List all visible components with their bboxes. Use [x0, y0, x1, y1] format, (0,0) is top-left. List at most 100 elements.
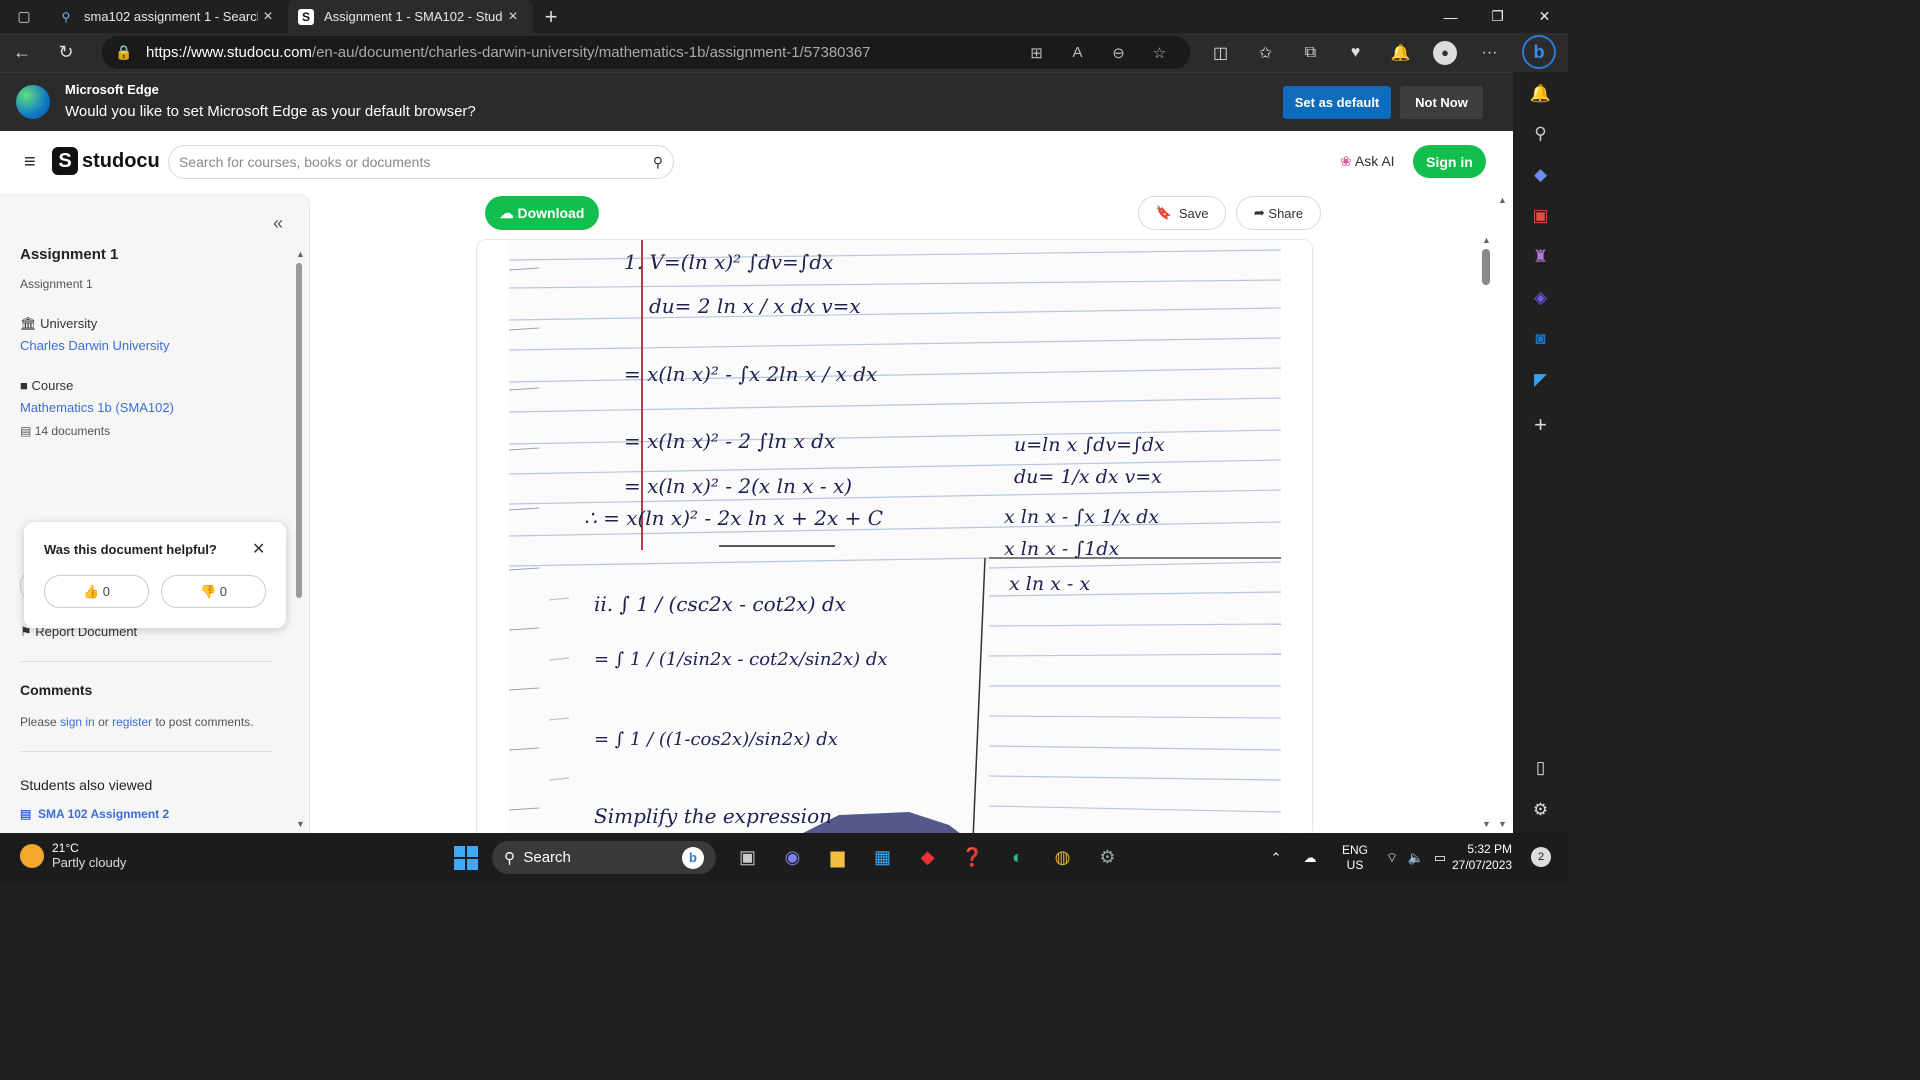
- collapse-sidebar-icon[interactable]: «: [273, 213, 283, 234]
- document-viewer[interactable]: 1. V=(ln x)² ∫dv=∫dx du= 2 ln x / x dx v…: [476, 239, 1313, 833]
- minimize-icon[interactable]: —: [1427, 0, 1474, 33]
- start-button[interactable]: [454, 846, 478, 870]
- window-controls: — ❐ ✕: [1427, 0, 1568, 33]
- not-now-button[interactable]: Not Now: [1400, 86, 1483, 119]
- favorite-star-icon[interactable]: ☆: [1139, 44, 1180, 62]
- page-scroll-up-icon[interactable]: ▲: [1498, 195, 1507, 205]
- comments-prompt: Please sign in or register to post comme…: [20, 715, 254, 729]
- language-indicator[interactable]: ENG US: [1330, 843, 1380, 873]
- search-icon: ⚲: [504, 849, 515, 867]
- doc-scroll-down-icon[interactable]: ▼: [1482, 819, 1491, 829]
- split-screen-icon[interactable]: ◫: [1198, 43, 1243, 63]
- toolbar-icons: ◫ ✩ ⧉ ♥ 🔔 ● ···: [1198, 33, 1512, 72]
- document-count: ▤ 14 documents: [20, 424, 111, 438]
- browser-essentials-icon[interactable]: ♥: [1333, 44, 1378, 62]
- page-scroll-down-icon[interactable]: ▼: [1498, 819, 1507, 829]
- tab-actions-icon[interactable]: ▢: [0, 0, 48, 33]
- sign-in-button[interactable]: Sign in: [1413, 145, 1486, 178]
- microsoft-store-icon[interactable]: ▦: [860, 841, 905, 874]
- close-tab-icon[interactable]: ×: [503, 8, 523, 26]
- notification-badge[interactable]: 2: [1531, 847, 1551, 867]
- document-scrollbar[interactable]: [1482, 249, 1490, 285]
- show-hidden-icons-icon[interactable]: ⌃: [1262, 850, 1290, 866]
- popup-dislike-button[interactable]: 👎 0: [161, 575, 266, 608]
- edge-browser-icon[interactable]: ◐: [995, 841, 1040, 874]
- studocu-logo[interactable]: S studocu: [52, 147, 160, 175]
- file-explorer-icon[interactable]: ▆: [815, 841, 860, 874]
- settings-gear-icon[interactable]: ⚙: [1513, 800, 1568, 820]
- favorites-icon[interactable]: ✩: [1243, 43, 1288, 63]
- download-button[interactable]: ☁ Download: [485, 196, 599, 230]
- bing-copilot-icon[interactable]: b: [1522, 35, 1556, 69]
- teams-chat-icon[interactable]: ◉: [770, 841, 815, 874]
- popup-like-button[interactable]: 👍 0: [44, 575, 149, 608]
- close-tab-icon[interactable]: ×: [258, 8, 278, 26]
- tab-title: sma102 assignment 1 - Search: [84, 9, 258, 24]
- wifi-icon[interactable]: ⌔: [1380, 850, 1404, 866]
- read-aloud-icon[interactable]: A: [1057, 44, 1098, 62]
- app-available-icon[interactable]: ⊞: [1016, 44, 1057, 62]
- sidebar-scrollbar[interactable]: [296, 263, 302, 598]
- close-window-icon[interactable]: ✕: [1521, 0, 1568, 33]
- sign-in-link[interactable]: sign in: [60, 715, 95, 729]
- tab-studocu[interactable]: S Assignment 1 - SMA102 - Studocu ×: [288, 0, 533, 33]
- close-popup-icon[interactable]: ✕: [252, 539, 265, 559]
- notifications-bell-icon[interactable]: 🔔: [1378, 43, 1423, 63]
- new-tab-button[interactable]: +: [533, 4, 569, 30]
- hamburger-menu-icon[interactable]: ≡: [24, 151, 36, 174]
- tab-search[interactable]: ⚲ sma102 assignment 1 - Search ×: [48, 0, 288, 33]
- task-view-icon[interactable]: ▣: [725, 841, 770, 874]
- microsoft-365-icon[interactable]: ◈: [1513, 288, 1568, 308]
- games-icon[interactable]: ♜: [1513, 247, 1568, 267]
- folder-icon: ■: [20, 378, 28, 393]
- site-search-input[interactable]: Search for courses, books or documents ⚲: [168, 145, 674, 179]
- back-icon[interactable]: ←: [0, 33, 44, 72]
- onedrive-warning-icon[interactable]: ☁: [1290, 850, 1330, 866]
- handwriting-line: ∴ = x(ln x)² - 2x ln x + 2x + C: [584, 506, 884, 530]
- comments-title: Comments: [20, 682, 93, 698]
- cloud-download-icon: ☁: [499, 204, 514, 221]
- sidebar-layout-icon[interactable]: ▯: [1513, 758, 1568, 778]
- add-icon[interactable]: +: [1513, 412, 1568, 438]
- battery-icon[interactable]: ▭: [1428, 850, 1452, 866]
- ai-sparkle-icon: ❀: [1340, 153, 1352, 169]
- taskbar-search[interactable]: ⚲ Search b: [492, 841, 716, 874]
- shopping-tag-icon[interactable]: ◆: [1513, 165, 1568, 185]
- restore-icon[interactable]: ❐: [1474, 0, 1521, 33]
- ask-ai-button[interactable]: ❀ Ask AI: [1340, 153, 1395, 170]
- collections-icon[interactable]: ⧉: [1288, 44, 1333, 62]
- profile-avatar-icon[interactable]: ●: [1433, 40, 1457, 65]
- outlook-icon[interactable]: ◙: [1513, 329, 1568, 349]
- help-icon[interactable]: ❓: [950, 841, 995, 874]
- share-button[interactable]: ➦ Share: [1236, 196, 1321, 230]
- weather-widget[interactable]: 21°C Partly cloudy: [20, 841, 126, 870]
- doc-scroll-up-icon[interactable]: ▲: [1482, 235, 1491, 245]
- drop-icon[interactable]: ◤: [1513, 370, 1568, 390]
- save-button[interactable]: 🔖 Save: [1138, 196, 1226, 230]
- clock[interactable]: 5:32 PM 27/07/2023: [1452, 841, 1512, 873]
- search-icon[interactable]: ⚲: [1513, 124, 1568, 144]
- search-icon[interactable]: ⚲: [653, 154, 663, 171]
- zoom-out-icon[interactable]: ⊖: [1098, 44, 1139, 62]
- more-menu-icon[interactable]: ···: [1467, 44, 1512, 62]
- address-bar[interactable]: 🔒 https://www.studocu.com/en-au/document…: [102, 36, 1190, 69]
- handwriting-line: x ln x - ∫1dx: [1004, 538, 1120, 560]
- red-app-icon[interactable]: ◆: [905, 841, 950, 874]
- studocu-logo-icon: S: [52, 147, 78, 175]
- tools-briefcase-icon[interactable]: ▣: [1513, 206, 1568, 226]
- document-title: Assignment 1: [20, 246, 119, 263]
- course-link[interactable]: Mathematics 1b (SMA102): [20, 400, 174, 415]
- register-link[interactable]: register: [112, 715, 152, 729]
- chrome-icon[interactable]: ◍: [1040, 841, 1085, 874]
- scroll-down-icon[interactable]: ▼: [296, 819, 305, 829]
- volume-icon[interactable]: 🔈: [1404, 850, 1428, 866]
- bell-icon[interactable]: 🔔: [1513, 84, 1568, 104]
- set-as-default-button[interactable]: Set as default: [1283, 86, 1391, 119]
- also-viewed-item[interactable]: ▤ SMA 102 Assignment 2: [20, 807, 169, 821]
- refresh-icon[interactable]: ↻: [44, 33, 88, 72]
- scroll-up-icon[interactable]: ▲: [296, 249, 305, 259]
- helpful-question: Was this document helpful?: [44, 542, 217, 557]
- university-link[interactable]: Charles Darwin University: [20, 338, 170, 353]
- settings-app-icon[interactable]: ⚙: [1085, 841, 1130, 874]
- handwritten-page: 1. V=(ln x)² ∫dv=∫dx du= 2 ln x / x dx v…: [508, 240, 1282, 833]
